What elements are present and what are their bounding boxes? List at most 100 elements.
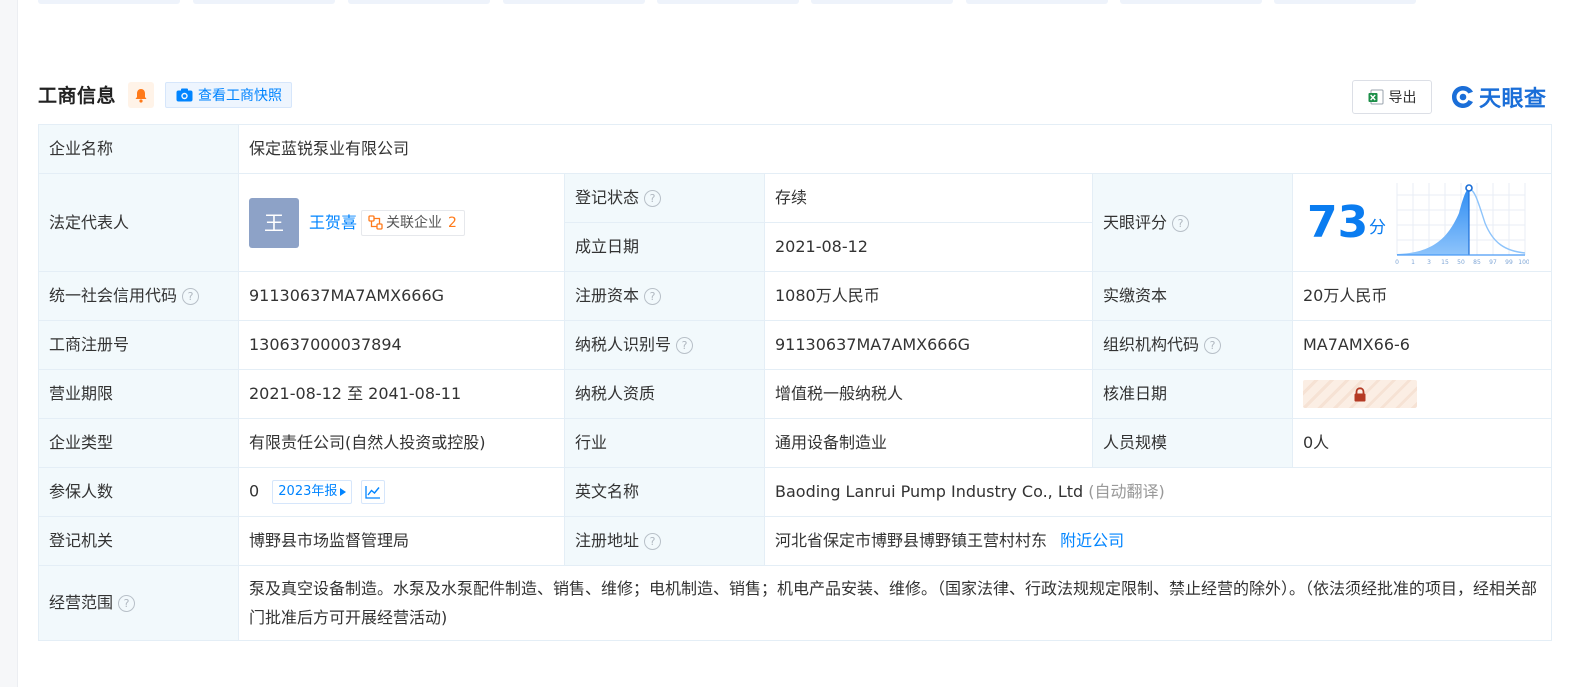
table-row: 经营范围? 泵及真空设备制造。水泵及水泵配件制造、销售、维修；电机制造、销售；机… [38,565,1552,641]
nearby-companies-link[interactable]: 附近公司 [1060,531,1124,550]
section-header: 工商信息 查看工商快照 导出 天眼查 [38,80,1551,114]
reg-address-cell: 河北省保定市博野县博野镇王营村村东 附近公司 [764,516,1552,566]
table-row: 法定代表人 王 王贺喜 关联企业 2 登记状态? 存续 天眼评分 ? 73 分 … [38,173,1552,272]
view-snapshot-label: 查看工商快照 [198,88,282,104]
top-tab[interactable] [348,0,490,4]
insured-label: 参保人数 [38,467,239,517]
staff-size-label: 人员规模 [1092,418,1293,468]
table-row: 工商注册号 130637000037894 纳税人识别号? 91130637MA… [38,320,1552,370]
tianyan-score-value: 73 [1307,196,1369,248]
annual-report-label: 2023年报 [278,484,338,499]
legal-rep-cell: 王 王贺喜 关联企业 2 [238,173,565,272]
insured-trend-button[interactable] [361,480,386,504]
related-network-icon [368,215,383,230]
related-companies-label: 关联企业 [386,214,443,231]
industry-value: 通用设备制造业 [764,418,1093,468]
paid-capital-label: 实缴资本 [1092,271,1293,321]
reg-authority-label: 登记机关 [38,516,239,566]
annual-report-button[interactable]: 2023年报 [272,480,353,504]
org-code-label-text: 组织机构代码 [1103,335,1200,354]
related-companies-button[interactable]: 关联企业 2 [361,209,465,236]
top-tab-strip [38,0,1418,5]
credit-code-label: 统一社会信用代码? [38,271,239,321]
staff-size-value: 0人 [1292,418,1552,468]
view-snapshot-button[interactable]: 查看工商快照 [165,82,292,108]
auto-translate-note: (自动翻译) [1088,482,1165,501]
export-label: 导出 [1388,90,1417,106]
help-icon[interactable]: ? [1172,214,1190,232]
reg-address-label: 注册地址? [564,516,765,566]
bell-icon [135,88,147,103]
founded-value: 2021-08-12 [764,222,1093,272]
english-name-label: 英文名称 [564,467,765,517]
score-chart-tick: 97 [1489,259,1497,266]
score-chart-tick: 15 [1441,259,1449,266]
score-chart-tick: 3 [1427,259,1431,266]
tianyan-score-cell[interactable]: 73 分 0 1 3 15 50 85 97 99 100 [1292,173,1552,272]
credit-code-value: 91130637MA7AMX666G [238,271,565,321]
avatar[interactable]: 王 [249,197,299,248]
top-tab[interactable] [503,0,645,4]
table-row: 企业类型 有限责任公司(自然人投资或控股) 行业 通用设备制造业 人员规模 0人 [38,418,1552,468]
legal-rep-name-link[interactable]: 王贺喜 [309,212,357,234]
vip-locked-field[interactable] [1303,380,1417,408]
insured-cell: 0 2023年报 [238,467,565,517]
help-icon[interactable]: ? [644,288,662,305]
related-companies-count: 2 [448,214,457,231]
caret-right-icon [340,488,347,496]
export-button[interactable]: 导出 [1352,80,1432,114]
brand-eye-icon [1452,86,1473,108]
company-name-value: 保定蓝锐泵业有限公司 [238,124,1552,174]
trend-chart-icon [365,486,381,499]
reg-address-label-text: 注册地址 [575,531,640,550]
taxpayer-qual-value: 增值税一般纳税人 [764,369,1093,419]
taxpayer-id-label: 纳税人识别号? [564,320,765,370]
reg-authority-value: 博野县市场监督管理局 [238,516,565,566]
top-tab[interactable] [657,0,799,4]
excel-icon [1368,89,1383,105]
company-type-label: 企业类型 [38,418,239,468]
business-scope-value: 泵及真空设备制造。水泵及水泵配件制造、销售、维修；电机制造、销售；机电产品安装、… [238,565,1552,641]
company-type-value: 有限责任公司(自然人投资或控股) [238,418,565,468]
business-term-label: 营业期限 [38,369,239,419]
top-tab[interactable] [193,0,335,4]
score-chart-tick: 0 [1395,259,1399,266]
help-icon[interactable]: ? [676,337,694,354]
reg-status-label: 登记状态? [564,173,765,223]
lock-icon [1354,386,1366,401]
help-icon[interactable]: ? [118,595,136,612]
score-chart-tick: 1 [1411,259,1415,266]
top-tab[interactable] [38,0,180,4]
help-icon[interactable]: ? [182,288,200,305]
top-tab[interactable] [1274,0,1416,4]
paid-capital-value: 20万人民币 [1292,271,1552,321]
section-title: 工商信息 [38,85,117,107]
tianyan-score-label: 天眼评分? [1092,173,1293,272]
approval-date-cell [1292,369,1552,419]
table-row: 企业名称 保定蓝锐泵业有限公司 [38,124,1552,174]
brand-name: 天眼查 [1479,87,1547,112]
tianyan-score-unit: 分 [1369,217,1386,238]
top-tab[interactable] [966,0,1108,4]
left-rail [0,0,18,687]
help-icon[interactable]: ? [1204,337,1222,354]
follow-bell-button[interactable] [128,82,154,108]
tianyan-score-label-text: 天眼评分 [1103,212,1168,232]
table-row: 登记机关 博野县市场监督管理局 注册地址? 河北省保定市博野县博野镇王营村村东 … [38,516,1552,566]
score-chart-tick: 99 [1505,259,1513,266]
top-tab[interactable] [811,0,953,4]
help-icon[interactable]: ? [644,190,662,207]
english-name-value: Baoding Lanrui Pump Industry Co., Ltd [775,482,1084,501]
reg-number-value: 130637000037894 [238,320,565,370]
founded-label: 成立日期 [564,222,765,272]
top-tab[interactable] [1120,0,1262,4]
org-code-value: MA7AMX66-6 [1292,320,1552,370]
reg-capital-label-text: 注册资本 [575,286,640,305]
help-icon[interactable]: ? [644,533,662,550]
company-name-label: 企业名称 [38,124,239,174]
reg-capital-value: 1080万人民币 [764,271,1093,321]
org-code-label: 组织机构代码? [1092,320,1293,370]
approval-date-label: 核准日期 [1092,369,1293,419]
reg-address-value: 河北省保定市博野县博野镇王营村村东 [775,531,1048,550]
reg-capital-label: 注册资本? [564,271,765,321]
